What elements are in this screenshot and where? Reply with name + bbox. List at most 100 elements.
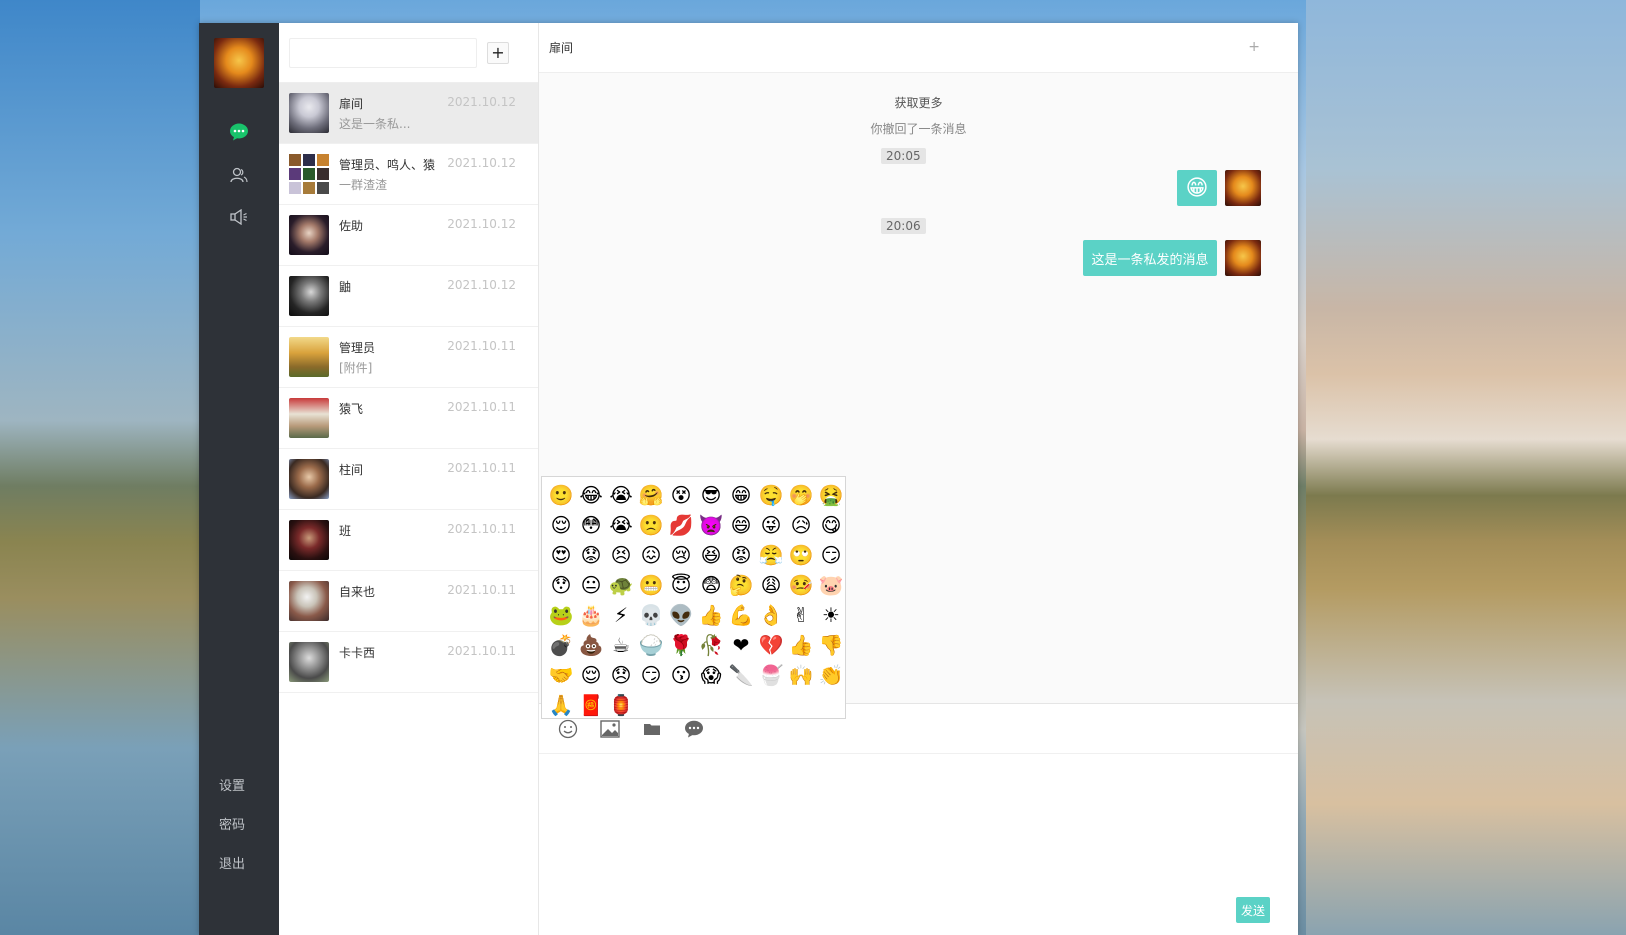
emoji-option[interactable]: 👍 [786,630,816,660]
emoji-option[interactable]: 🤗 [636,480,666,510]
emoji-option[interactable]: 😌 [546,510,576,540]
emoji-option[interactable]: 💋 [666,510,696,540]
emoji-option[interactable]: 😌 [576,660,606,690]
emoji-option[interactable]: 😭 [606,480,636,510]
emoji-option[interactable]: 😟 [576,540,606,570]
emoji-option[interactable]: ❤ [726,630,756,660]
conversation-item-madara[interactable]: 班 2021.10.11 [279,510,538,571]
conversation-item-itachi[interactable]: 鼬 2021.10.12 [279,266,538,327]
emoji-option[interactable]: 😩 [756,570,786,600]
emoji-option[interactable]: 🙏 [546,690,576,720]
emoji-option[interactable]: 😡 [726,540,756,570]
emoji-option[interactable]: 😍 [546,540,576,570]
emoji-option[interactable]: 😥 [786,510,816,540]
emoji-option[interactable]: 🌹 [666,630,696,660]
folder-icon[interactable] [641,718,663,740]
user-avatar[interactable] [214,38,264,88]
emoji-option[interactable]: 👎 [816,630,846,660]
emoji-option[interactable]: 💪 [726,600,756,630]
conversation-item-sarutobi[interactable]: 猿飞 2021.10.11 [279,388,538,449]
emoji-option[interactable]: 🍧 [756,660,786,690]
emoji-option[interactable]: 👌 [756,600,786,630]
logout-link[interactable]: 退出 [219,853,245,872]
emoji-option[interactable]: 🤭 [786,480,816,510]
emoji-option[interactable]: 😄 [726,510,756,540]
emoji-option[interactable]: 🐸 [546,600,576,630]
emoji-option[interactable]: 🤝 [546,660,576,690]
conversation-item-fei-jian[interactable]: 扉间 这是一条私... 2021.10.12 [279,83,538,144]
emoji-option[interactable]: 🤔 [726,570,756,600]
emoji-option[interactable]: 😇 [666,570,696,600]
emoji-option[interactable]: 🤮 [816,480,846,510]
emoji-option[interactable]: 😤 [756,540,786,570]
emoji-option[interactable]: 😯 [546,570,576,600]
emoji-option[interactable]: 🙌 [786,660,816,690]
emoji-option[interactable]: 😞 [606,660,636,690]
emoji-option[interactable]: 😨 [696,570,726,600]
emoji-option[interactable]: ✌ [786,600,816,630]
emoji-option[interactable]: 🧧 [576,690,606,720]
emoji-option[interactable]: ☀ [816,600,846,630]
more-options-icon[interactable]: + [1248,39,1260,55]
emoji-option[interactable]: 💀 [636,600,666,630]
contacts-icon[interactable] [227,163,251,187]
load-more-link[interactable]: 获取更多 [539,94,1298,111]
conversation-item-sasuke[interactable]: 佐助 2021.10.12 [279,205,538,266]
emoji-option[interactable]: 😆 [696,540,726,570]
emoji-option[interactable]: 💩 [576,630,606,660]
emoji-option[interactable]: 👿 [696,510,726,540]
conversation-item-group[interactable]: 管理员、鸣人、猿 一群渣渣 2021.10.12 [279,144,538,205]
conversation-item-kakashi[interactable]: 卡卡西 2021.10.11 [279,632,538,693]
add-button[interactable]: + [487,41,509,64]
emoji-option[interactable]: 🤤 [756,480,786,510]
emoji-option[interactable]: 😳 [576,510,606,540]
emoji-option[interactable]: 🥀 [696,630,726,660]
emoji-option[interactable]: 😗 [666,660,696,690]
emoji-option[interactable]: 👏 [816,660,846,690]
emoji-option[interactable]: ⚡ [606,600,636,630]
settings-link[interactable]: 设置 [219,775,245,794]
emoji-option[interactable]: 😎 [696,480,726,510]
emoji-option[interactable]: 🍚 [636,630,666,660]
image-icon[interactable] [599,718,621,740]
emoji-option[interactable]: 😭 [606,510,636,540]
emoji-option[interactable]: 👍 [696,600,726,630]
emoji-option[interactable]: 🙁 [636,510,666,540]
emoji-option[interactable]: 😬 [636,570,666,600]
emoji-option[interactable]: 🙂 [546,480,576,510]
emoji-option[interactable]: 🎂 [576,600,606,630]
emoji-option[interactable]: 😣 [606,540,636,570]
emoji-option[interactable]: 💣 [546,630,576,660]
conversation-item-hashirama[interactable]: 柱间 2021.10.11 [279,449,538,510]
emoji-option[interactable]: 😜 [756,510,786,540]
conversation-item-jiraiya[interactable]: 自来也 2021.10.11 [279,571,538,632]
announcement-icon[interactable] [227,205,251,229]
password-link[interactable]: 密码 [219,814,245,833]
emoji-option[interactable]: 😐 [576,570,606,600]
emoji-option[interactable]: 🐢 [606,570,636,600]
emoji-option[interactable]: 😵 [666,480,696,510]
emoji-option[interactable]: 🐷 [816,570,846,600]
emoji-option[interactable]: 😢 [666,540,696,570]
emoji-option[interactable]: 🏮 [606,690,636,720]
send-button[interactable]: 发送 [1236,897,1270,923]
emoji-option[interactable]: 😋 [816,510,846,540]
emoji-option[interactable]: 🔪 [726,660,756,690]
search-input[interactable] [289,37,477,68]
emoji-option[interactable]: 😖 [636,540,666,570]
emoji-option[interactable]: 😱 [696,660,726,690]
conversation-item-admin[interactable]: 管理员 [附件] 2021.10.11 [279,327,538,388]
emoji-option[interactable]: 😏 [636,660,666,690]
emoji-option[interactable]: 🤒 [786,570,816,600]
message-input[interactable] [539,754,1298,874]
chat-bubble-icon[interactable] [683,718,705,740]
emoji-option[interactable]: ☕ [606,630,636,660]
emoji-option[interactable]: 😏 [816,540,846,570]
emoji-option[interactable]: 👽 [666,600,696,630]
emoji-icon[interactable] [557,718,579,740]
emoji-option[interactable]: 😂 [576,480,606,510]
emoji-option[interactable]: 😁 [726,480,756,510]
emoji-option[interactable]: 💔 [756,630,786,660]
chat-icon[interactable] [227,120,251,144]
emoji-option[interactable]: 🙄 [786,540,816,570]
